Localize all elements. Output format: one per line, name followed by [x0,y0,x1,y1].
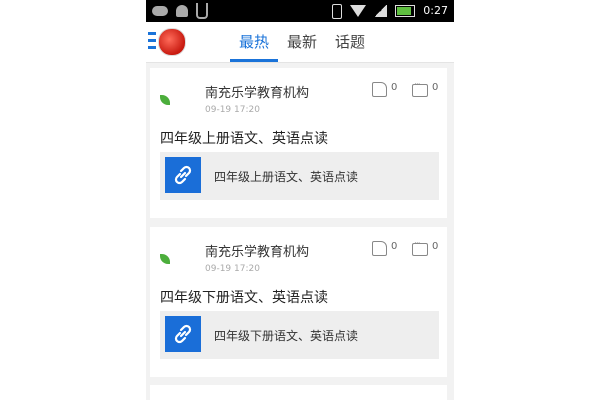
post-header: 南充乐学教育机构 09-19 17:20 0 0 [150,68,447,116]
post-card-partial[interactable] [150,385,447,400]
status-bar: 0:27 [146,0,454,22]
link-title: 四年级上册语文、英语点读 [214,170,359,184]
wifi-icon [350,5,367,17]
org-name[interactable]: 南充乐学教育机构 [205,241,309,260]
comment-icon [412,80,428,97]
link-title: 四年级下册语文、英语点读 [214,329,359,343]
thumbs-up-icon [372,241,387,256]
usb-icon [196,3,208,19]
vibrate-icon [332,3,343,19]
post-title: 四年级下册语文、英语点读 [160,290,328,306]
android-icon [176,5,188,17]
org-logo [160,251,200,267]
org-name[interactable]: 南充乐学教育机构 [205,82,309,101]
status-time: 0:27 [423,4,448,17]
like-count: 0 [391,241,398,252]
link-icon [165,316,201,352]
comment-button[interactable]: 0 [412,80,439,97]
org-logo [160,92,200,108]
signal-icon [374,5,388,17]
link-icon [165,157,201,193]
post-time: 09-19 17:20 [205,264,260,274]
link-preview[interactable]: 四年级下册语文、英语点读 [160,311,439,359]
link-preview[interactable]: 四年级上册语文、英语点读 [160,152,439,200]
post-card[interactable]: 南充乐学教育机构 09-19 17:20 0 0 四年级下册语文、英语点读 [150,227,447,377]
cloud-icon [152,6,168,16]
like-button[interactable]: 0 [372,241,397,256]
battery-icon [395,5,416,17]
comment-icon [412,239,428,256]
thumbs-up-icon [372,82,387,97]
tabs: 最热 最新 话题 [230,22,374,62]
tab-bar: 最热 最新 话题 [146,22,454,63]
tab-topics[interactable]: 话题 [326,22,374,62]
post-card[interactable]: 南充乐学教育机构 09-19 17:20 0 0 四年级上册语文、英语点读 [150,68,447,218]
like-count: 0 [391,82,398,93]
avatar[interactable] [158,28,186,56]
menu-icon[interactable] [148,32,156,50]
post-header: 南充乐学教育机构 09-19 17:20 0 0 [150,227,447,275]
post-title: 四年级上册语文、英语点读 [160,131,328,147]
leaf-icon [160,94,170,105]
leaf-icon [160,253,170,264]
tab-hot[interactable]: 最热 [230,22,279,62]
tab-latest[interactable]: 最新 [278,22,326,62]
post-time: 09-19 17:20 [205,105,260,115]
phone-screen: 0:27 最热 最新 话题 南充乐学教育机构 09-19 17:20 0 ···… [146,0,454,400]
comment-button[interactable]: 0 [412,239,439,256]
comment-count: 0 [432,82,439,93]
like-button[interactable]: 0 [372,82,397,97]
comment-count: 0 [432,241,439,252]
